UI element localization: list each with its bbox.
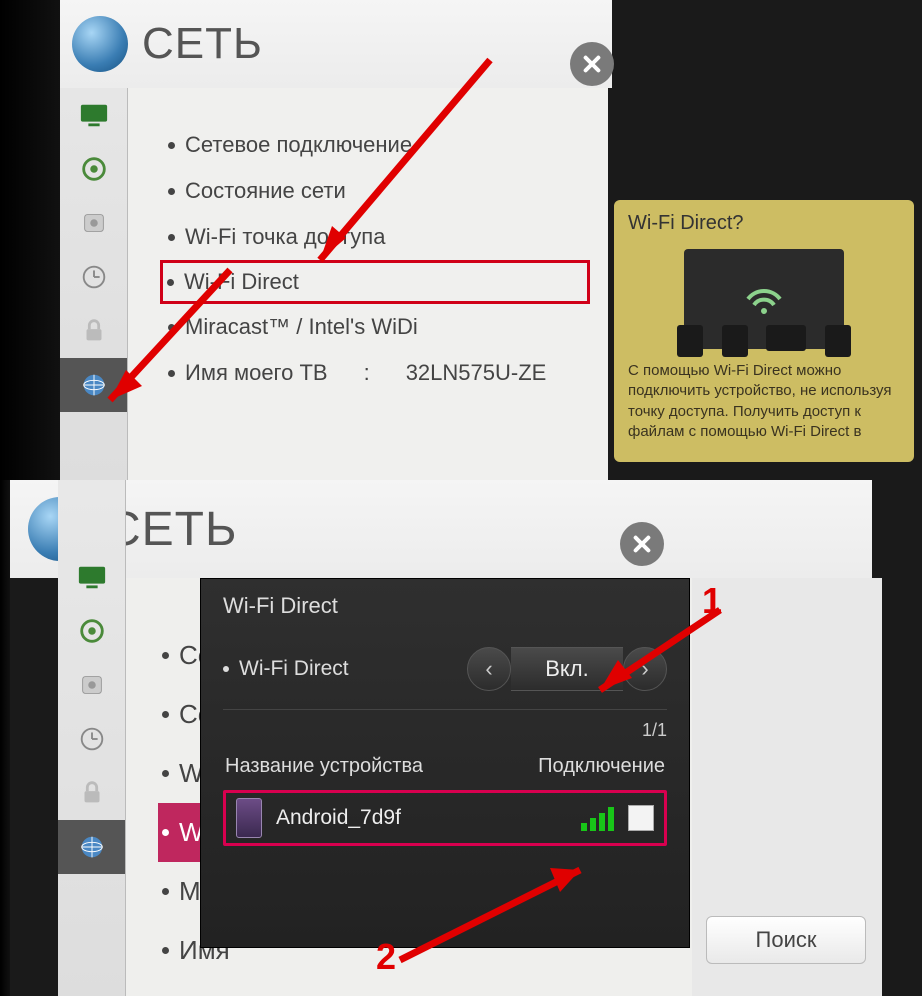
sidebar-lock-icon[interactable] bbox=[60, 304, 127, 358]
sidebar-time-icon[interactable] bbox=[60, 250, 127, 304]
settings-header: СЕТЬ bbox=[10, 480, 872, 578]
menu-label: Miracast™ / Intel's WiDi bbox=[185, 314, 418, 340]
close-button[interactable] bbox=[620, 522, 664, 566]
chevron-right-icon[interactable]: › bbox=[623, 647, 667, 691]
sidebar-network-icon[interactable] bbox=[58, 820, 125, 874]
sidebar-lock-icon[interactable] bbox=[58, 766, 125, 820]
device-count: 1/1 bbox=[223, 720, 667, 741]
signal-icon bbox=[581, 805, 614, 831]
device-list-header: Название устройства Подключение bbox=[223, 749, 667, 784]
right-panel: Поиск bbox=[692, 578, 882, 996]
menu-item-tvname[interactable]: Имя моего ТВ : 32LN575U-ZE bbox=[164, 350, 590, 396]
toggle-value: Вкл. bbox=[511, 647, 623, 691]
settings-header: СЕТЬ bbox=[60, 0, 612, 88]
tv-name-value: 32LN575U-ZE bbox=[406, 360, 547, 386]
dialog-title: Wi-Fi Direct bbox=[223, 593, 667, 619]
menu-item-status[interactable]: Состояние сети bbox=[164, 168, 590, 214]
device-row[interactable]: Android_7d9f bbox=[223, 790, 667, 846]
col-connection: Подключение bbox=[538, 755, 665, 778]
menu-label: Wi-Fi Direct bbox=[184, 269, 299, 295]
sidebar-channel-icon[interactable] bbox=[58, 658, 125, 712]
close-button[interactable] bbox=[570, 42, 614, 86]
menu-label: Состояние сети bbox=[185, 178, 346, 204]
screenshot-wifi-direct-dialog: СЕТЬ Сете Сост Wi-F Wi-F Mira Имя Поиск … bbox=[0, 480, 922, 996]
wifi-direct-toggle[interactable]: ‹ Вкл. › bbox=[467, 647, 667, 691]
screenshot-network-menu: СЕТЬ Сетевое подключение Состояние сети … bbox=[0, 0, 922, 480]
network-menu-list: Сетевое подключение Состояние сети Wi-Fi… bbox=[128, 88, 608, 480]
tooltip-title: Wi-Fi Direct? bbox=[628, 212, 900, 235]
chevron-left-icon[interactable]: ‹ bbox=[467, 647, 511, 691]
menu-label: Сетевое подключение bbox=[185, 132, 412, 158]
connect-checkbox[interactable] bbox=[628, 805, 654, 831]
menu-item-wifi-direct[interactable]: Wi-Fi Direct bbox=[160, 260, 590, 304]
wifi-direct-dialog: Wi-Fi Direct Wi-Fi Direct ‹ Вкл. › 1/1 Н… bbox=[200, 578, 690, 948]
menu-label: Wi-Fi точка доступа bbox=[185, 224, 385, 250]
search-button[interactable]: Поиск bbox=[706, 916, 866, 964]
tv-bezel bbox=[0, 0, 60, 480]
dialog-toggle-row: Wi-Fi Direct ‹ Вкл. › bbox=[223, 643, 667, 710]
sidebar-sound-icon[interactable] bbox=[60, 142, 127, 196]
tooltip-illustration bbox=[684, 249, 844, 349]
tooltip-body: С помощью Wi-Fi Direct можно подключить … bbox=[628, 361, 900, 442]
page-title: СЕТЬ bbox=[142, 19, 263, 69]
sidebar-picture-icon[interactable] bbox=[58, 550, 125, 604]
annotation-num-2: 2 bbox=[376, 936, 396, 978]
menu-label: Имя моего ТВ bbox=[185, 360, 328, 386]
menu-item-miracast[interactable]: Miracast™ / Intel's WiDi bbox=[164, 304, 590, 350]
network-globe-icon bbox=[72, 16, 128, 72]
device-name: Android_7d9f bbox=[276, 806, 567, 830]
sidebar-time-icon[interactable] bbox=[58, 712, 125, 766]
menu-item-connection[interactable]: Сетевое подключение bbox=[164, 122, 590, 168]
sidebar-network-icon[interactable] bbox=[60, 358, 127, 412]
sidebar-sound-icon[interactable] bbox=[58, 604, 125, 658]
menu-item-hotspot[interactable]: Wi-Fi точка доступа bbox=[164, 214, 590, 260]
annotation-num-1: 1 bbox=[702, 580, 722, 622]
sidebar-picture-icon[interactable] bbox=[60, 88, 127, 142]
settings-sidebar bbox=[58, 480, 126, 996]
tv-bezel bbox=[0, 480, 10, 996]
wifi-direct-tooltip: Wi-Fi Direct? С помощью Wi-Fi Direct мож… bbox=[614, 200, 914, 462]
phone-icon bbox=[236, 798, 262, 838]
col-device-name: Название устройства bbox=[225, 755, 423, 778]
toggle-label: Wi-Fi Direct bbox=[239, 657, 349, 681]
sidebar-channel-icon[interactable] bbox=[60, 196, 127, 250]
